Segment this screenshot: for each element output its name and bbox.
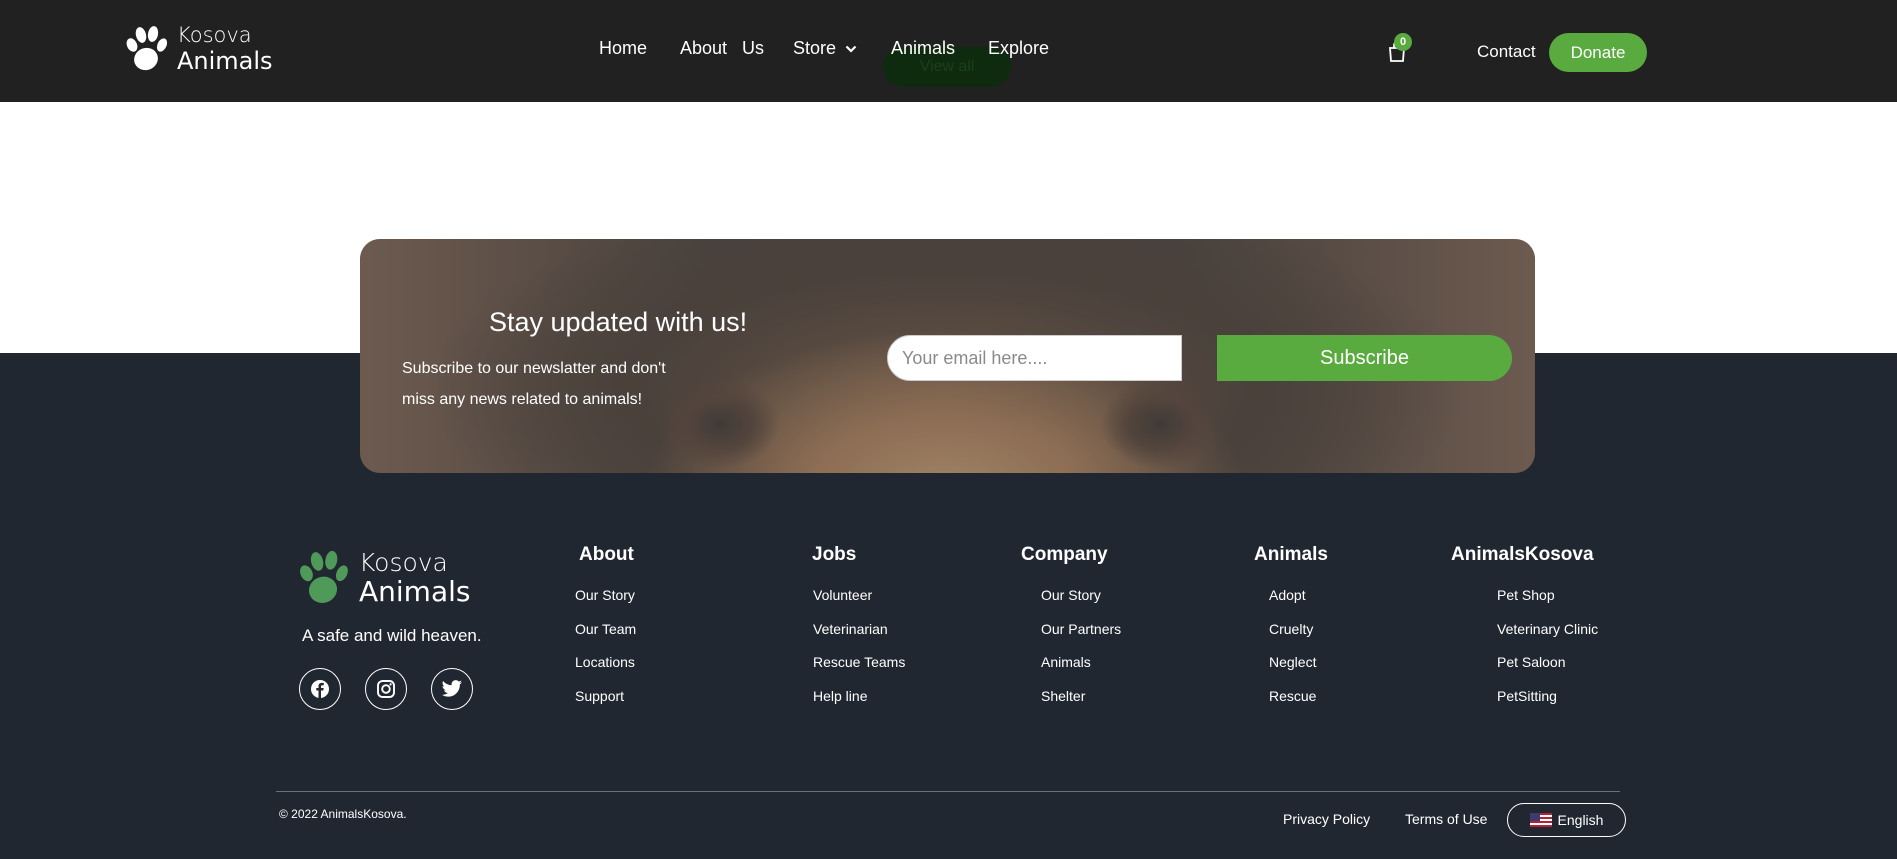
header-logo[interactable]: Kosova Animals xyxy=(124,25,273,73)
footer-col-company-title: Company xyxy=(1021,544,1108,565)
footer-logo-line2: Animals xyxy=(359,575,471,608)
newsletter-title: Stay updated with us! xyxy=(489,307,748,337)
instagram-link[interactable] xyxy=(365,668,407,710)
facebook-link[interactable] xyxy=(299,668,341,710)
footer-link[interactable]: Rescue Teams xyxy=(813,654,905,670)
email-input[interactable] xyxy=(887,335,1182,381)
paw-logo-icon xyxy=(300,550,348,603)
language-selector[interactable]: English xyxy=(1507,803,1626,837)
nav-about-us[interactable]: About Us xyxy=(680,38,764,59)
subscribe-button[interactable]: Subscribe xyxy=(1217,335,1512,381)
footer-link[interactable]: Locations xyxy=(575,654,635,670)
footer-link[interactable]: Support xyxy=(575,688,624,704)
footer-logo-line1: Kosova xyxy=(359,548,448,577)
language-label: English xyxy=(1557,812,1604,828)
footer-logo[interactable]: Kosova Animals xyxy=(297,548,470,608)
footer-link[interactable]: Neglect xyxy=(1269,654,1316,670)
logo-line1: Kosova xyxy=(177,23,252,47)
footer-col-jobs-title: Jobs xyxy=(812,544,857,565)
footer-link[interactable]: Our Story xyxy=(1041,587,1101,603)
tagline: A safe and wild heaven. xyxy=(302,626,482,645)
nav-explore[interactable]: Explore xyxy=(988,38,1049,59)
cart-count-badge: 0 xyxy=(1394,33,1412,51)
terms-of-use-link[interactable]: Terms of Use xyxy=(1405,811,1487,827)
newsletter-description: Subscribe to our newslatter and don't mi… xyxy=(402,360,666,408)
copyright: © 2022 AnimalsKosova. xyxy=(279,807,407,821)
footer-col-animals-title: Animals xyxy=(1254,544,1328,565)
footer-link[interactable]: Rescue xyxy=(1269,688,1316,704)
footer-col-about-title: About xyxy=(579,544,634,565)
site-header: Kosova Animals View all Home About Us St… xyxy=(0,0,1897,102)
facebook-icon xyxy=(311,680,329,698)
footer-link[interactable]: Veterinary Clinic xyxy=(1497,621,1598,637)
twitter-icon xyxy=(441,680,462,697)
paw-logo-icon xyxy=(126,26,168,71)
newsletter-card: Stay updated with us! Subscribe to our n… xyxy=(360,239,1535,473)
logo-line2: Animals xyxy=(177,47,273,75)
footer-link[interactable]: Cruelty xyxy=(1269,621,1313,637)
footer-link[interactable]: Animals xyxy=(1041,654,1091,670)
chevron-down-icon[interactable] xyxy=(845,44,857,54)
instagram-icon xyxy=(377,680,395,698)
twitter-link[interactable] xyxy=(431,668,473,710)
footer-link[interactable]: Pet Saloon xyxy=(1497,654,1566,670)
us-flag-icon xyxy=(1529,813,1552,827)
privacy-policy-link[interactable]: Privacy Policy xyxy=(1283,811,1370,827)
footer-link[interactable]: Volunteer xyxy=(813,587,872,603)
footer-link[interactable]: Shelter xyxy=(1041,688,1085,704)
footer-divider xyxy=(276,791,1620,792)
nav-home[interactable]: Home xyxy=(599,38,647,59)
nav-store[interactable]: Store xyxy=(793,38,836,59)
nav-animals[interactable]: Animals xyxy=(891,38,955,59)
footer-link[interactable]: PetSitting xyxy=(1497,688,1557,704)
footer-link[interactable]: Veterinarian xyxy=(813,621,888,637)
footer-link[interactable]: Pet Shop xyxy=(1497,587,1555,603)
footer-link[interactable]: Our Story xyxy=(575,587,635,603)
footer-link[interactable]: Our Team xyxy=(575,621,636,637)
donate-button[interactable]: Donate xyxy=(1549,33,1647,72)
contact-link[interactable]: Contact xyxy=(1477,42,1536,62)
footer-link[interactable]: Our Partners xyxy=(1041,621,1121,637)
footer-link[interactable]: Adopt xyxy=(1269,587,1306,603)
footer-link[interactable]: Help line xyxy=(813,688,867,704)
footer-col-animalskosova-title: AnimalsKosova xyxy=(1451,544,1594,565)
